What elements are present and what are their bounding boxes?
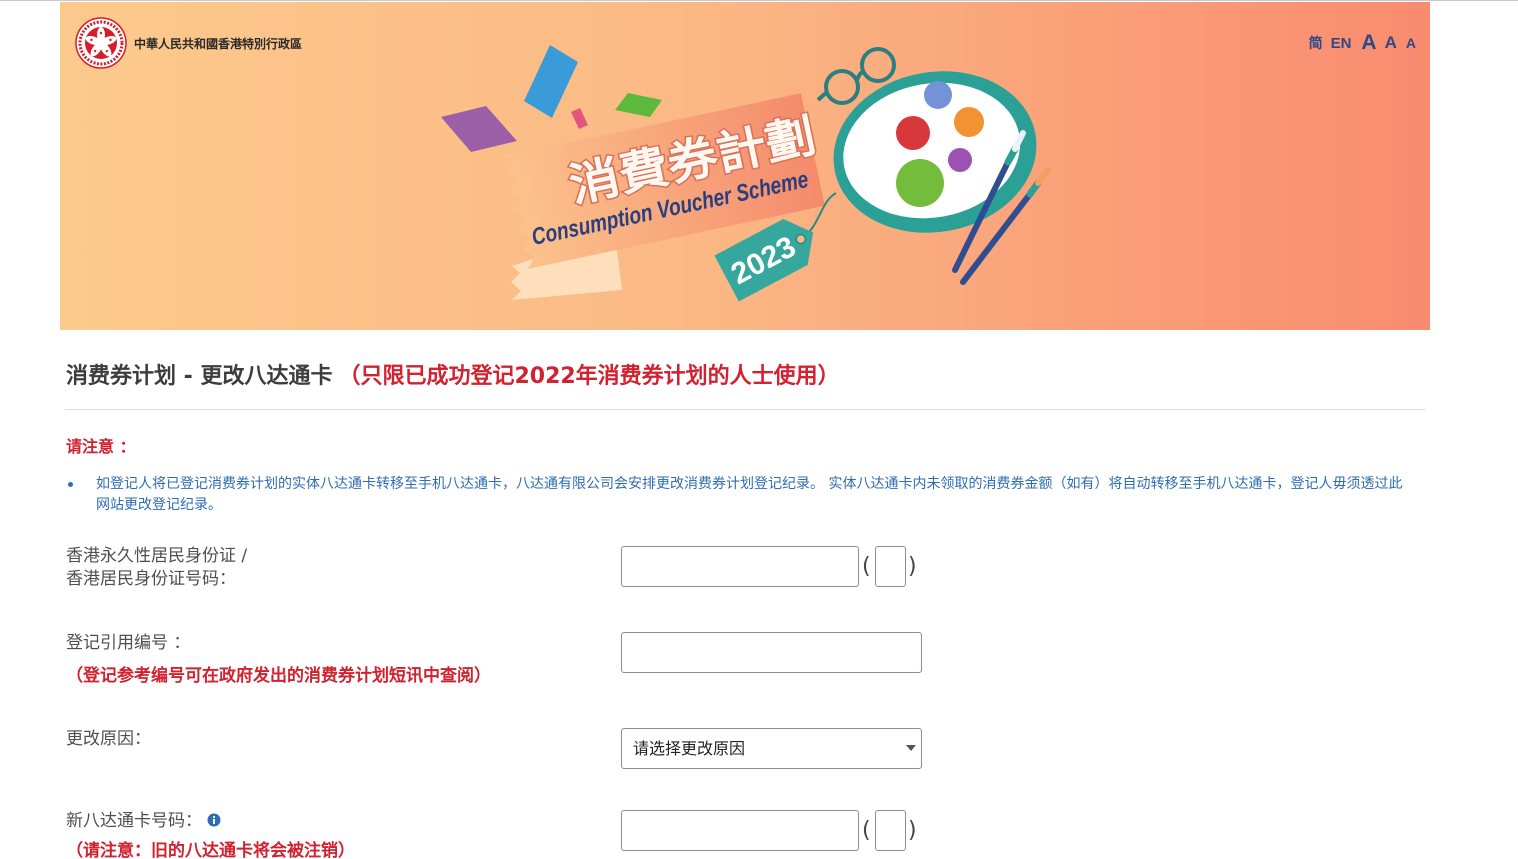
header-banner: 消費券計劃 Consumption Voucher Scheme 2023 中華… [60,2,1430,330]
gov-logo-link[interactable]: 中華人民共和國香港特別行政區 [75,17,302,69]
hkid-label-line2: 香港居民身份证号码： [66,569,236,589]
ref-no-note: （登记参考编号可在政府发出的消费券计划短讯中查阅） [66,666,491,686]
new-octopus-note: （请注意：旧的八达通卡将会被注销） [66,841,355,859]
page-title-text: 消费券计划 - 更改八达通卡 [66,364,333,389]
font-size-large-button[interactable]: A [1361,31,1376,55]
hkid-paren-close: ) [908,554,917,579]
paint-blob-green [896,159,944,207]
reason-select-wrapper: 请选择更改原因 [621,728,922,769]
blue-confetti-shape [524,45,578,118]
paint-blob-blue [924,81,952,109]
title-divider [65,409,1425,410]
font-size-small-button[interactable]: A [1406,35,1416,51]
pink-confetti-shape [571,108,588,129]
hkid-number-input[interactable] [621,546,859,587]
ref-no-label: 登记引用编号 ： [66,633,191,653]
new-octopus-paren-close: ) [908,818,917,843]
notice-item: 如登记人将已登记消费券计划的实体八达通卡转移至手机八达通卡，八达通有限公司会安排… [66,474,1416,516]
hkid-label-line1: 香港永久性居民身份证 / [66,546,248,566]
new-octopus-paren-open: ( [862,818,871,843]
page-title: 消费券计划 - 更改八达通卡 （只限已成功登记2022年消费券计划的人士使用） [66,363,840,391]
hksar-emblem-icon [75,17,127,69]
new-octopus-label: 新八达通卡号码： [66,810,221,833]
bullet-dot [68,482,73,487]
new-octopus-label-text: 新八达通卡号码： [66,811,202,831]
lang-english-link[interactable]: EN [1331,35,1352,52]
hkid-paren-open: ( [862,554,871,579]
window-top-edge [0,0,1518,1]
notice-list: 如登记人将已登记消费券计划的实体八达通卡转移至手机八达通卡，八达通有限公司会安排… [66,474,1416,516]
lang-simplified-chinese-link[interactable]: 简 [1309,33,1323,53]
paint-blob-orange [954,107,984,137]
new-octopus-note-clip: （请注意：旧的八达通卡将会被注销） [66,840,566,859]
reason-select[interactable]: 请选择更改原因 [621,728,922,769]
hkid-check-digit-input[interactable] [875,546,906,587]
new-octopus-check-digit-input[interactable] [875,810,906,851]
new-octopus-number-input[interactable] [621,810,859,851]
ref-no-input[interactable] [621,632,922,673]
paint-blob-purple [948,148,972,172]
notice-heading: 请注意 ： [66,437,136,456]
page-root: 消費券計劃 Consumption Voucher Scheme 2023 中華… [0,0,1518,859]
header-tools: 简 EN A A A [1309,30,1416,56]
info-icon[interactable] [207,813,221,827]
font-size-medium-button[interactable]: A [1385,33,1397,53]
purple-confetti-shape [441,106,517,152]
green-confetti-shape [615,93,662,117]
notice-item-text: 如登记人将已登记消费券计划的实体八达通卡转移至手机八达通卡，八达通有限公司会安排… [96,476,1403,513]
page-title-note: （只限已成功登记2022年消费券计划的人士使用） [338,364,840,389]
hkid-label: 香港永久性居民身份证 / 香港居民身份证号码： [66,545,247,591]
paint-blob-red [896,116,930,150]
gov-name-label: 中華人民共和國香港特別行政區 [134,36,303,51]
reason-label: 更改原因： [66,729,151,749]
